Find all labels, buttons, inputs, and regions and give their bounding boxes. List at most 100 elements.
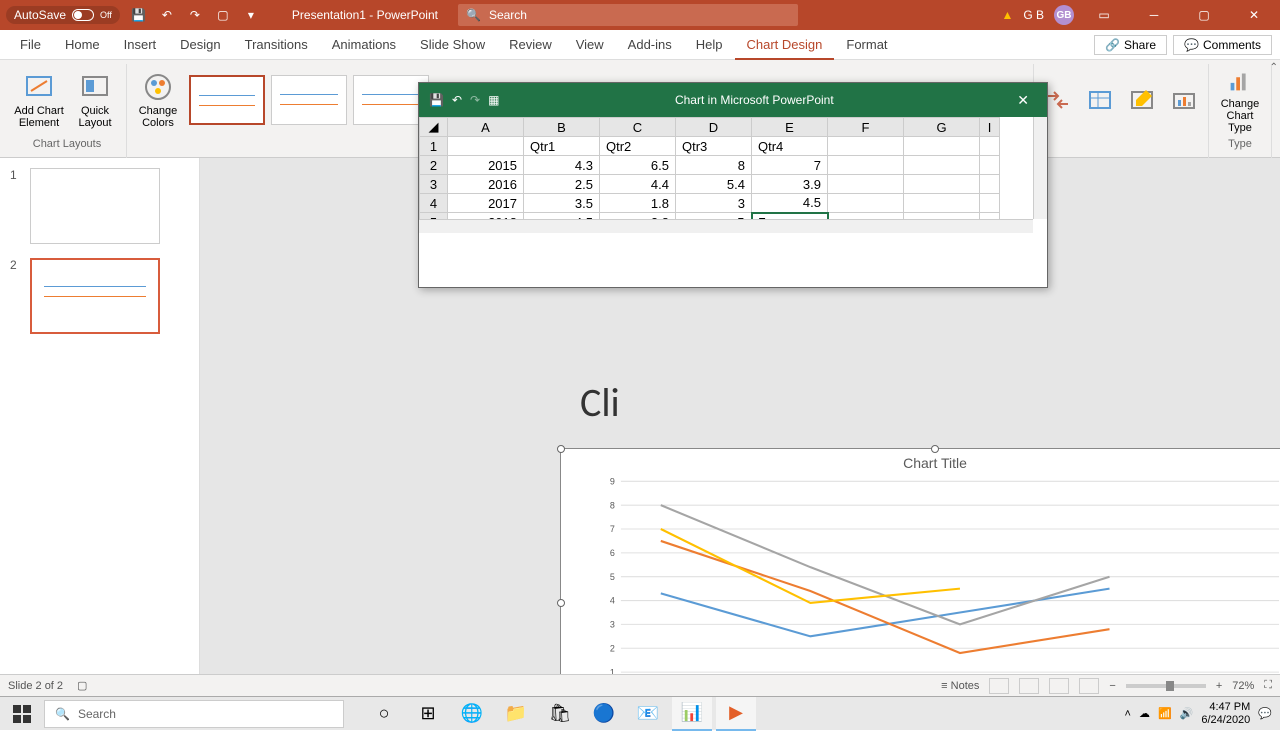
outlook-icon[interactable]: 📧 bbox=[628, 697, 668, 731]
tray-expand-icon[interactable]: ˄ bbox=[1125, 708, 1131, 720]
start-button[interactable] bbox=[0, 697, 44, 731]
qat-more-icon[interactable]: ▾ bbox=[240, 4, 262, 26]
cell[interactable] bbox=[828, 137, 904, 156]
slide-thumb-2[interactable] bbox=[30, 258, 160, 334]
slideshow-view-icon[interactable] bbox=[1079, 678, 1099, 694]
accessibility-icon[interactable]: ▢ bbox=[77, 679, 87, 692]
excel-grid[interactable]: ◢ A B C D E F G I 1 Qtr1 Qtr2 Qtr3 Qtr4 … bbox=[419, 117, 1047, 233]
tab-animations[interactable]: Animations bbox=[320, 30, 408, 60]
col-header-i[interactable]: I bbox=[980, 118, 1000, 137]
cell[interactable]: Qtr2 bbox=[600, 137, 676, 156]
edge-icon[interactable]: 🌐 bbox=[452, 697, 492, 731]
wifi-icon[interactable]: 📶 bbox=[1158, 707, 1172, 720]
excel-vscroll[interactable] bbox=[1033, 117, 1047, 219]
cell[interactable]: Qtr3 bbox=[676, 137, 752, 156]
cell[interactable] bbox=[904, 137, 980, 156]
cell[interactable]: Qtr4 bbox=[752, 137, 828, 156]
cell[interactable]: 3.9 bbox=[752, 175, 828, 194]
volume-icon[interactable]: 🔊 bbox=[1180, 707, 1194, 720]
autosave-toggle[interactable]: AutoSave Off bbox=[6, 6, 120, 24]
reading-view-icon[interactable] bbox=[1049, 678, 1069, 694]
refresh-data-icon[interactable] bbox=[1166, 82, 1202, 118]
chart-title[interactable]: Chart Title bbox=[561, 455, 1280, 471]
excel-undo-icon[interactable]: ↶ bbox=[452, 93, 462, 107]
zoom-in-icon[interactable]: + bbox=[1216, 680, 1222, 692]
warning-icon[interactable]: ▲ bbox=[1001, 8, 1013, 22]
row-header-3[interactable]: 3 bbox=[420, 175, 448, 194]
clock[interactable]: 4:47 PM 6/24/2020 bbox=[1201, 701, 1250, 725]
normal-view-icon[interactable] bbox=[989, 678, 1009, 694]
cell[interactable]: 2015 bbox=[448, 156, 524, 175]
select-data-icon[interactable] bbox=[1082, 82, 1118, 118]
excel-titlebar[interactable]: 💾 ↶ ↷ ▦ Chart in Microsoft PowerPoint ✕ bbox=[419, 83, 1047, 117]
quick-layout-button[interactable]: Quick Layout bbox=[70, 66, 120, 134]
tab-design[interactable]: Design bbox=[168, 30, 232, 60]
search-box[interactable]: 🔍 Search bbox=[458, 4, 798, 26]
fit-window-icon[interactable]: ⛶ bbox=[1264, 679, 1272, 692]
cell[interactable]: 8 bbox=[676, 156, 752, 175]
cell[interactable] bbox=[448, 137, 524, 156]
tab-insert[interactable]: Insert bbox=[112, 30, 169, 60]
sorter-view-icon[interactable] bbox=[1019, 678, 1039, 694]
cell[interactable]: 2017 bbox=[448, 194, 524, 213]
col-header-g[interactable]: G bbox=[904, 118, 980, 137]
chrome-icon[interactable]: 🔵 bbox=[584, 697, 624, 731]
share-button[interactable]: 🔗Share bbox=[1094, 35, 1167, 55]
cell[interactable]: 4.4 bbox=[600, 175, 676, 194]
cell[interactable] bbox=[980, 137, 1000, 156]
cell[interactable] bbox=[904, 156, 980, 175]
chart-style-1[interactable] bbox=[189, 75, 265, 125]
row-header-2[interactable]: 2 bbox=[420, 156, 448, 175]
tab-format[interactable]: Format bbox=[834, 30, 899, 60]
col-header-d[interactable]: D bbox=[676, 118, 752, 137]
excel-data-window[interactable]: 💾 ↶ ↷ ▦ Chart in Microsoft PowerPoint ✕ … bbox=[418, 82, 1048, 288]
tab-transitions[interactable]: Transitions bbox=[233, 30, 320, 60]
zoom-slider[interactable] bbox=[1126, 684, 1206, 688]
excel-hscroll[interactable] bbox=[419, 219, 1033, 233]
cell[interactable]: 4.5 bbox=[752, 194, 828, 213]
row-header-1[interactable]: 1 bbox=[420, 137, 448, 156]
ribbon-display-icon[interactable]: ▭ bbox=[1084, 0, 1124, 30]
chart-plot-area[interactable]: 012345678920152016201720182019 bbox=[591, 475, 1280, 674]
cell[interactable]: 3 bbox=[676, 194, 752, 213]
slide-indicator[interactable]: Slide 2 of 2 bbox=[8, 680, 63, 692]
present-icon[interactable]: ▢ bbox=[212, 4, 234, 26]
cell[interactable]: Qtr1 bbox=[524, 137, 600, 156]
col-header-e[interactable]: E bbox=[752, 118, 828, 137]
cortana-icon[interactable]: ○ bbox=[364, 697, 404, 731]
cell[interactable] bbox=[980, 156, 1000, 175]
tab-slideshow[interactable]: Slide Show bbox=[408, 30, 497, 60]
notes-button[interactable]: ≡ Notes bbox=[941, 680, 979, 692]
row-header-4[interactable]: 4 bbox=[420, 194, 448, 213]
taskbar-search[interactable]: 🔍 Search bbox=[44, 700, 344, 728]
chart-object[interactable]: Chart Title 0123456789201520162017201820… bbox=[560, 448, 1280, 674]
comments-button[interactable]: 💬Comments bbox=[1173, 35, 1272, 55]
store-icon[interactable]: 🛍 bbox=[540, 697, 580, 731]
chart-handle-icon[interactable] bbox=[557, 599, 565, 607]
chart-handle-icon[interactable] bbox=[931, 445, 939, 453]
col-header-c[interactable]: C bbox=[600, 118, 676, 137]
cell[interactable] bbox=[980, 175, 1000, 194]
save-icon[interactable]: 💾 bbox=[128, 4, 150, 26]
select-all-corner[interactable]: ◢ bbox=[420, 118, 448, 137]
cell[interactable]: 7 bbox=[752, 156, 828, 175]
zoom-out-icon[interactable]: − bbox=[1109, 680, 1115, 692]
cell[interactable]: 5.4 bbox=[676, 175, 752, 194]
notifications-icon[interactable]: 💬 bbox=[1258, 707, 1272, 720]
cell[interactable] bbox=[904, 194, 980, 213]
chart-handle-icon[interactable] bbox=[557, 445, 565, 453]
title-placeholder[interactable]: Cli bbox=[580, 378, 620, 427]
slide-thumb-1[interactable] bbox=[30, 168, 160, 244]
close-icon[interactable]: ✕ bbox=[1234, 0, 1274, 30]
excel-redo-icon[interactable]: ↷ bbox=[470, 93, 480, 107]
cell[interactable] bbox=[980, 194, 1000, 213]
excel-close-icon[interactable]: ✕ bbox=[1009, 88, 1037, 113]
cell[interactable] bbox=[828, 194, 904, 213]
cell[interactable] bbox=[828, 175, 904, 194]
taskview-icon[interactable]: ⊞ bbox=[408, 697, 448, 731]
tab-view[interactable]: View bbox=[564, 30, 616, 60]
tab-file[interactable]: File bbox=[8, 30, 53, 60]
tab-help[interactable]: Help bbox=[684, 30, 735, 60]
col-header-a[interactable]: A bbox=[448, 118, 524, 137]
zoom-level[interactable]: 72% bbox=[1232, 680, 1254, 692]
